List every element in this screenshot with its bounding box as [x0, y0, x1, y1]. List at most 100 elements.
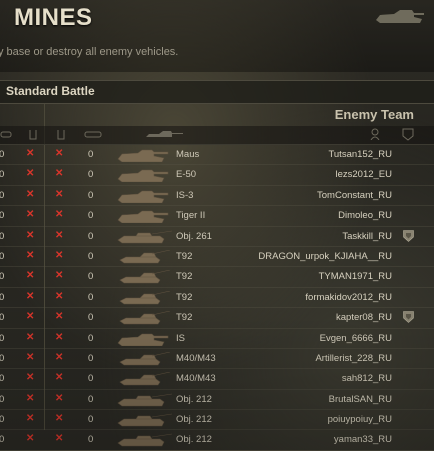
badge-icon [402, 128, 414, 141]
column-headers [0, 126, 434, 145]
vehicle-icon [117, 230, 172, 243]
player-row[interactable]: 0 ✕ ✕ 0 Maus Tutsan152_RU [0, 145, 434, 166]
player-row[interactable]: 0 ✕ ✕ 0 Obj. 261 Taskkill_RU [0, 227, 434, 247]
enemy-frags-count: 0 [88, 291, 94, 303]
player-name: sah812_RU [341, 373, 392, 385]
player-row[interactable]: 0 ✕ ✕ 0 T92 DRAGON_urpok_KJIAHA__RU [0, 247, 434, 268]
ally-frags-count: 0 [0, 434, 5, 446]
player-name: DRAGON_urpok_KJIAHA__RU [258, 250, 392, 262]
destroyed-mark-icon: ✕ [26, 392, 35, 404]
enemy-frags-count: 0 [88, 169, 94, 181]
enemy-frags-count: 0 [88, 373, 94, 385]
ally-frags-count: 0 [0, 210, 5, 222]
vehicle-name: Tiger II [176, 210, 206, 222]
vehicle-icon [119, 249, 171, 264]
player-name: lezs2012_EU [335, 169, 392, 181]
player-row[interactable]: 0 ✕ ✕ 0 Obj. 212 poiuypoiuy_RU [0, 410, 434, 431]
destroyed-mark-icon: ✕ [26, 188, 35, 200]
destroyed-mark-icon: ✕ [55, 209, 64, 221]
ally-frags-count: 0 [0, 373, 5, 385]
player-row[interactable]: 0 ✕ ✕ 0 M40/M43 sah812_RU [0, 369, 434, 390]
ally-frags-count: 0 [0, 393, 5, 405]
destroyed-mark-icon: ✕ [55, 413, 64, 425]
enemy-frags-count: 0 [88, 210, 94, 222]
enemy-frags-count: 0 [88, 271, 94, 283]
destroyed-mark-icon: ✕ [26, 270, 35, 282]
destroyed-mark-icon: ✕ [55, 311, 64, 323]
player-row[interactable]: 0 ✕ ✕ 0 T92 kapter08_RU [0, 308, 434, 329]
vehicle-name: Obj. 212 [176, 414, 212, 426]
enemy-frags-count: 0 [88, 230, 94, 242]
player-icon [370, 128, 380, 140]
player-row[interactable]: 0 ✕ ✕ 0 M40/M43 Artillerist_228_RU [0, 349, 434, 370]
vehicle-icon [117, 149, 169, 162]
destroyed-mark-icon: ✕ [55, 188, 64, 200]
destroyed-mark-icon: ✕ [55, 148, 64, 159]
vehicle-name: Maus [176, 149, 200, 160]
tank-silhouette-icon [376, 10, 424, 23]
player-row[interactable]: 0 ✕ ✕ 0 T92 formakidov2012_RU [0, 288, 434, 309]
destroyed-mark-icon: ✕ [55, 249, 64, 261]
vehicle-icon [119, 270, 171, 284]
vehicle-name: E-50 [176, 169, 197, 181]
ally-frags-count: 0 [0, 312, 5, 324]
destroyed-mark-icon: ✕ [55, 168, 64, 180]
vehicle-icon [117, 393, 172, 406]
destroyed-mark-icon: ✕ [26, 351, 35, 363]
vehicle-name: IS [176, 332, 185, 344]
destroyed-mark-icon: ✕ [55, 392, 64, 404]
hp-icon [84, 131, 102, 138]
destroyed-mark-icon: ✕ [55, 229, 64, 241]
ally-frags-count: 0 [0, 149, 5, 160]
destroyed-mark-icon: ✕ [26, 311, 35, 323]
destroyed-mark-icon: ✕ [55, 290, 64, 302]
ally-frags-count: 0 [0, 250, 5, 262]
vehicle-icon [117, 413, 172, 427]
player-row[interactable]: 0 ✕ ✕ 0 T92 TYMAN1971_RU [0, 267, 434, 288]
player-row[interactable]: 0 ✕ ✕ 0 E-50 lezs2012_EU [0, 165, 434, 186]
player-row[interactable]: 0 ✕ ✕ 0 Obj. 212 yaman33_RU [0, 430, 434, 451]
player-name: yaman33_RU [333, 434, 392, 446]
destroyed-mark-icon: ✕ [55, 433, 64, 445]
vehicle-name: Obj. 212 [176, 434, 212, 446]
destroyed-mark-icon: ✕ [26, 168, 35, 180]
clan-badge-icon [403, 229, 414, 242]
destroyed-mark-icon: ✕ [26, 331, 35, 343]
ally-frags-count: 0 [0, 332, 5, 344]
map-header: MINES y base or destroy all enemy vehicl… [0, 0, 434, 72]
player-row[interactable]: 0 ✕ ✕ 0 IS Evgen_6666_RU [0, 329, 434, 349]
player-name: Dimoleo_RU [338, 210, 392, 222]
player-row[interactable]: 0 ✕ ✕ 0 IS-3 TomConstant_RU [0, 186, 434, 207]
vehicle-name: T92 [176, 271, 193, 283]
player-name: TomConstant_RU [317, 189, 392, 201]
destroyed-mark-icon: ✕ [26, 229, 35, 241]
destroyed-mark-icon: ✕ [26, 209, 35, 221]
player-name: TYMAN1971_RU [318, 271, 392, 283]
enemy-team-title: Enemy Team [334, 107, 414, 122]
player-name: poiuypoiuy_RU [327, 414, 392, 426]
player-row[interactable]: 0 ✕ ✕ 0 Obj. 212 BrutalSAN_RU [0, 390, 434, 411]
enemy-frags-count: 0 [88, 332, 94, 344]
vehicle-icon [117, 190, 169, 203]
battle-objective: y base or destroy all enemy vehicles. [0, 46, 179, 58]
player-row[interactable]: 0 ✕ ✕ 0 Tiger II Dimoleo_RU [0, 206, 434, 227]
ally-frags-count: 0 [0, 230, 5, 242]
destroyed-mark-icon: ✕ [55, 331, 64, 343]
vehicle-name: Obj. 212 [176, 393, 212, 405]
vehicle-name: IS-3 [176, 189, 194, 201]
clan-badge-icon [403, 311, 414, 324]
player-list: 0 ✕ ✕ 0 Maus Tutsan152_RU 0 ✕ ✕ 0 E-50 lezs2012_EU 0… [0, 145, 434, 451]
enemy-frags-count: 0 [88, 189, 94, 201]
vehicle-icon [119, 351, 171, 366]
kill-icon [57, 130, 65, 140]
enemy-frags-count: 0 [88, 414, 94, 426]
enemy-frags-count: 0 [88, 312, 94, 324]
vehicle-name: T92 [176, 291, 193, 303]
enemy-frags-count: 0 [88, 352, 94, 364]
destroyed-mark-icon: ✕ [55, 270, 64, 282]
vehicle-name: M40/M43 [176, 373, 216, 385]
vehicle-icon [117, 210, 169, 224]
kill-icon [29, 130, 37, 140]
destroyed-mark-icon: ✕ [26, 249, 35, 261]
ally-frags-count: 0 [0, 189, 5, 201]
